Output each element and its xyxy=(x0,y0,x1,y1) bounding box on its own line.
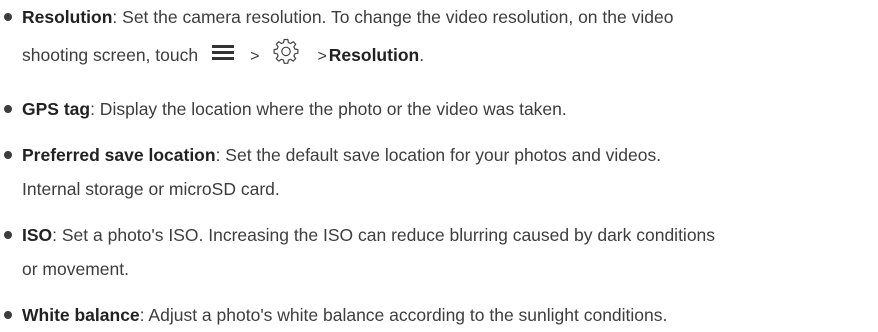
bullet-icon xyxy=(4,151,12,159)
menu-icon xyxy=(212,45,235,61)
arrow-separator: > xyxy=(317,48,327,65)
resolution-line-2: shooting screen, touch > > Resolution. xyxy=(22,38,872,74)
bullet-icon xyxy=(4,231,12,239)
term-resolution-setting: Resolution xyxy=(328,45,420,65)
save-location-line-2: Internal storage or microSD card. xyxy=(22,179,280,199)
list-item-white-balance: White balance: Adjust a photo's white ba… xyxy=(0,298,878,332)
resolution-period: . xyxy=(419,45,425,65)
iso-line-1: ISO: Set a photo's ISO. Increasing the I… xyxy=(22,218,872,252)
term-gps-tag: GPS tag xyxy=(22,99,91,119)
bullet-icon xyxy=(4,13,12,21)
bullet-icon xyxy=(4,311,12,319)
save-location-description: : Set the default save location for your… xyxy=(215,145,662,165)
white-balance-line-1: White balance: Adjust a photo's white ba… xyxy=(22,298,872,332)
bullet-icon xyxy=(4,105,12,113)
gear-icon xyxy=(273,38,299,65)
list-item-resolution: Resolution: Set the camera resolution. T… xyxy=(0,0,878,80)
list-item-iso: ISO: Set a photo's ISO. Increasing the I… xyxy=(0,218,878,288)
gps-tag-line-1: GPS tag: Display the location where the … xyxy=(22,92,872,126)
resolution-instruction: shooting screen, touch xyxy=(22,45,199,65)
white-balance-description: : Adjust a photo's white balance accordi… xyxy=(139,305,668,325)
iso-line-2: or movement. xyxy=(22,259,129,279)
iso-description: : Set a photo's ISO. Increasing the ISO … xyxy=(52,225,716,245)
term-white-balance: White balance xyxy=(22,305,140,325)
term-resolution: Resolution xyxy=(22,7,113,27)
resolution-line-1: Resolution: Set the camera resolution. T… xyxy=(22,0,872,34)
list-item-gps-tag: GPS tag: Display the location where the … xyxy=(0,92,878,126)
save-location-line-1: Preferred save location: Set the default… xyxy=(22,138,872,172)
term-preferred-save-location: Preferred save location xyxy=(22,145,216,165)
arrow-separator: > xyxy=(250,48,260,65)
list-item-preferred-save-location: Preferred save location: Set the default… xyxy=(0,138,878,208)
gps-tag-description: : Display the location where the photo o… xyxy=(90,99,567,119)
resolution-description: : Set the camera resolution. To change t… xyxy=(112,7,674,27)
term-iso: ISO xyxy=(22,225,53,245)
